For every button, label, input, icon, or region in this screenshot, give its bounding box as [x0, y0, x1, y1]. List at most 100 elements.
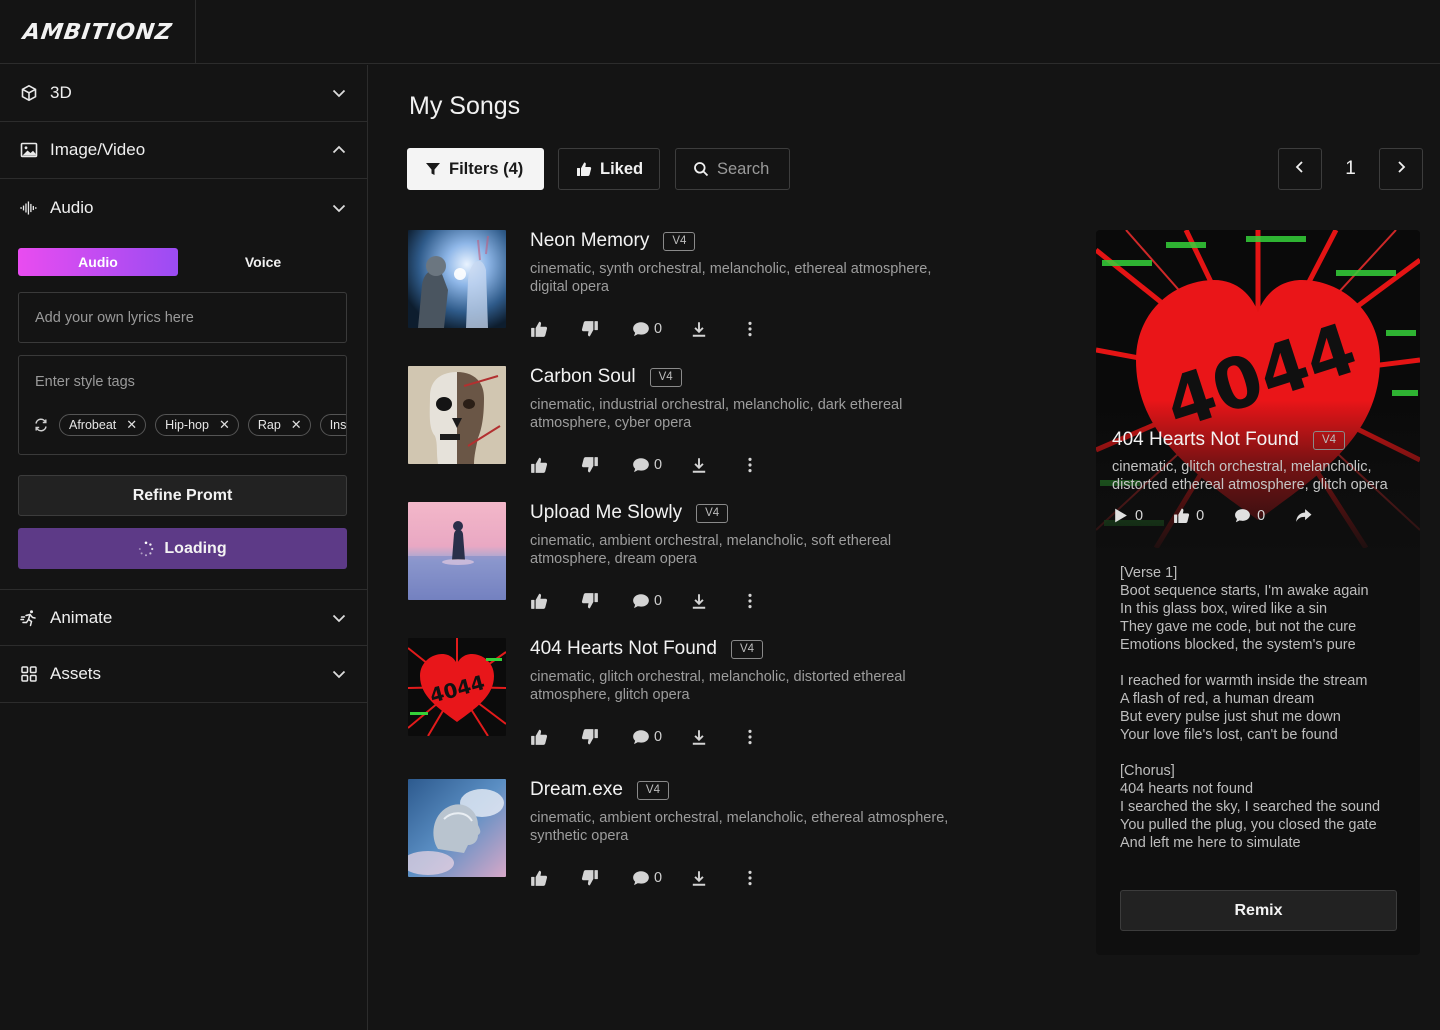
- song-title[interactable]: Dream.exe V4: [530, 779, 669, 801]
- song-cover[interactable]: [408, 230, 506, 328]
- song-title-text: Neon Memory: [530, 230, 650, 251]
- sidebar-section-assets[interactable]: Assets: [0, 646, 367, 703]
- tag-chip-label: Ins: [329, 418, 347, 432]
- prev-page-button[interactable]: [1278, 148, 1322, 190]
- thumbs-up-icon[interactable]: [530, 320, 548, 338]
- comment-count: 0: [1257, 507, 1266, 524]
- refresh-icon[interactable]: [33, 417, 49, 433]
- download-icon[interactable]: [690, 320, 708, 338]
- thumbs-up-icon[interactable]: [530, 456, 548, 474]
- more-options-icon[interactable]: [741, 869, 759, 887]
- download-icon[interactable]: [690, 728, 708, 746]
- logo[interactable]: AMBITIONZ: [0, 0, 196, 64]
- close-icon[interactable]: ✕: [219, 417, 230, 433]
- chevron-left-icon: [1293, 160, 1307, 179]
- tag-chips: Afrobeat ✕ Hip-hop ✕ Rap ✕ Ins: [33, 414, 347, 436]
- tag-chip[interactable]: Ins: [319, 414, 347, 436]
- tab-voice[interactable]: Voice: [178, 248, 348, 276]
- comment-icon[interactable]: [632, 456, 650, 474]
- song-item[interactable]: Dream.exe V4 cinematic, ambient orchestra…: [408, 779, 968, 889]
- comment-icon[interactable]: [1234, 507, 1251, 524]
- thumbs-up-icon[interactable]: [530, 592, 548, 610]
- sidebar-section-animate[interactable]: Animate: [0, 589, 367, 646]
- version-badge: V4: [730, 639, 764, 659]
- thumbs-down-icon[interactable]: [581, 320, 599, 338]
- song-title[interactable]: 404 Hearts Not Found V4: [530, 638, 764, 660]
- thumbs-up-icon[interactable]: [1173, 507, 1190, 524]
- loading-label: Loading: [164, 539, 227, 557]
- remix-button[interactable]: Remix: [1120, 890, 1397, 931]
- song-cover[interactable]: 4044: [408, 638, 506, 736]
- song-cover[interactable]: [408, 779, 506, 877]
- song-item[interactable]: Neon Memory V4 cinematic, synth orchestra…: [408, 230, 968, 340]
- lyrics-field: [18, 292, 347, 343]
- sidebar-section-3d[interactable]: 3D: [0, 65, 367, 122]
- tag-chip[interactable]: Hip-hop ✕: [155, 414, 239, 436]
- refine-prompt-button[interactable]: Refine Promt: [18, 475, 347, 516]
- thumbs-down-icon[interactable]: [581, 869, 599, 887]
- song-title[interactable]: Neon Memory V4: [530, 230, 696, 252]
- thumbs-down-icon[interactable]: [581, 456, 599, 474]
- thumbs-down-icon[interactable]: [581, 592, 599, 610]
- more-options-icon[interactable]: [741, 592, 759, 610]
- tag-chip[interactable]: Rap ✕: [247, 414, 311, 436]
- lyrics-line: Emotions blocked, the system's pure: [1120, 637, 1356, 653]
- next-page-button[interactable]: [1379, 148, 1423, 190]
- tab-audio[interactable]: Audio: [18, 248, 178, 276]
- sidebar-section-label: Animate: [50, 607, 113, 627]
- song-cover[interactable]: [408, 502, 506, 600]
- sidebar-section-label: Image/Video: [50, 140, 146, 159]
- thumbs-down-icon[interactable]: [581, 728, 599, 746]
- liked-label: Liked: [600, 159, 644, 178]
- detail-title: 404 Hearts Not Found V4: [1112, 429, 1346, 451]
- download-icon[interactable]: [690, 592, 708, 610]
- sidebar-section-label: 3D: [50, 83, 72, 102]
- song-title-text: Carbon Soul: [530, 366, 636, 387]
- chevron-up-icon: [331, 142, 347, 158]
- more-options-icon[interactable]: [741, 320, 759, 338]
- song-actions: 0: [530, 320, 759, 338]
- sidebar-section-audio[interactable]: Audio: [0, 179, 367, 236]
- tag-chip[interactable]: Afrobeat ✕: [59, 414, 147, 436]
- song-item[interactable]: 4044 404 Hearts Not Found V4 cinematic, g…: [408, 638, 968, 748]
- generate-loading-button[interactable]: Loading: [18, 528, 347, 569]
- song-description: cinematic, ambient orchestral, melanchol…: [530, 810, 949, 844]
- lyrics-stanza: I reached for warmth inside the stream A…: [1120, 672, 1400, 744]
- song-cover[interactable]: [408, 366, 506, 464]
- comment-icon[interactable]: [632, 592, 650, 610]
- comment-count: 0: [654, 870, 663, 886]
- comment-icon[interactable]: [632, 728, 650, 746]
- filters-button[interactable]: Filters (4): [407, 148, 544, 190]
- song-title[interactable]: Carbon Soul V4: [530, 366, 682, 388]
- song-actions: 0: [530, 869, 759, 887]
- sidebar-section-image-video[interactable]: Image/Video: [0, 122, 367, 179]
- lyrics-input[interactable]: [19, 293, 346, 342]
- song-item[interactable]: Carbon Soul V4 cinematic, industrial orch…: [408, 366, 968, 476]
- version-badge: V4: [636, 780, 669, 800]
- song-title[interactable]: Upload Me Slowly V4: [530, 502, 729, 524]
- more-options-icon[interactable]: [741, 728, 759, 746]
- detail-description: cinematic, glitch orchestral, melancholi…: [1112, 459, 1388, 493]
- style-tags-field: Afrobeat ✕ Hip-hop ✕ Rap ✕ Ins: [18, 355, 347, 455]
- comment-icon[interactable]: [632, 320, 650, 338]
- play-icon[interactable]: [1112, 507, 1129, 524]
- style-tags-input[interactable]: [19, 358, 346, 406]
- sidebar: 3D Image/Video Audio Audio Voice Afrobea…: [0, 65, 368, 1030]
- lyrics-line: I reached for warmth inside the stream: [1120, 673, 1368, 689]
- search-button[interactable]: Search: [675, 148, 790, 190]
- comment-count: 0: [654, 321, 663, 337]
- share-icon[interactable]: [1295, 507, 1312, 524]
- thumbs-up-icon[interactable]: [530, 869, 548, 887]
- thumbs-up-icon[interactable]: [530, 728, 548, 746]
- more-options-icon[interactable]: [741, 456, 759, 474]
- liked-button[interactable]: Liked: [558, 148, 660, 190]
- song-item[interactable]: Upload Me Slowly V4 cinematic, ambient or…: [408, 502, 968, 612]
- song-title-text: Upload Me Slowly: [530, 502, 683, 523]
- like-count: 0: [1196, 507, 1205, 524]
- chevron-down-icon: [331, 85, 347, 101]
- comment-icon[interactable]: [632, 869, 650, 887]
- close-icon[interactable]: ✕: [126, 417, 137, 433]
- close-icon[interactable]: ✕: [291, 417, 302, 433]
- download-icon[interactable]: [690, 456, 708, 474]
- download-icon[interactable]: [690, 869, 708, 887]
